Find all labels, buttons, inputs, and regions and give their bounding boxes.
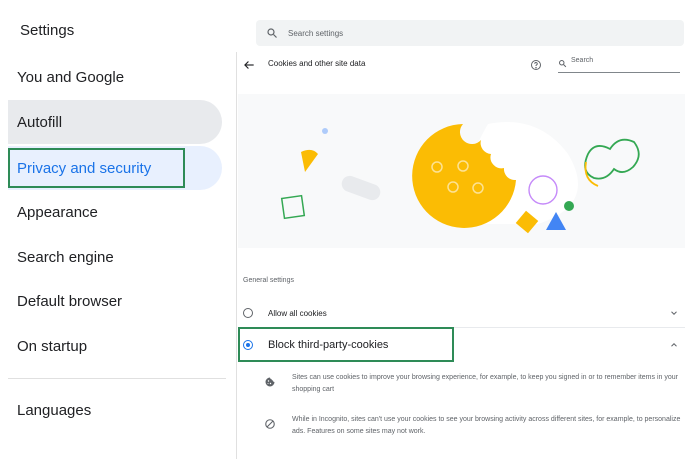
sidebar-item-label: On startup — [17, 337, 88, 355]
app-title: Settings — [20, 22, 75, 39]
sidebar-item-on-startup[interactable]: On startup — [8, 324, 222, 368]
detail-item: While in Incognito, sites can't use your… — [264, 414, 684, 438]
detail-text: While in Incognito, sites can't use your… — [292, 416, 681, 435]
sidebar-item-default-browser[interactable]: Default browser — [8, 279, 222, 323]
search-placeholder: Search settings — [288, 28, 344, 38]
search-icon — [559, 60, 567, 68]
block-icon — [265, 419, 275, 429]
sidebar-item-autofill[interactable]: Autofill — [8, 100, 222, 144]
sidebar-item-privacy-and-security[interactable]: Privacy and security — [8, 146, 222, 190]
sidebar-item-label: Autofill — [17, 113, 63, 131]
sidebar-item-you-and-google[interactable]: You and Google — [8, 55, 222, 99]
detail-item: Sites can use cookies to improve your br… — [264, 372, 684, 396]
radio-block-third-party-cookies[interactable] — [243, 340, 253, 350]
sidebar-divider — [8, 378, 226, 379]
cookies-illustration — [238, 94, 685, 248]
settings-search-input[interactable]: Search settings — [256, 20, 684, 46]
option-label: Allow all cookies — [268, 308, 327, 318]
sidebar-item-label: Search engine — [17, 248, 114, 266]
row-divider — [238, 327, 685, 328]
sidebar-item-label: Privacy and security — [17, 159, 152, 177]
arrow-back-icon[interactable] — [242, 58, 256, 72]
sidebar-item-label: You and Google — [17, 68, 125, 86]
panel-divider — [236, 52, 237, 459]
option-allow-all-cookies[interactable]: Allow all cookies — [238, 301, 685, 325]
option-label: Block third-party-cookies — [268, 339, 389, 351]
cookie-icon — [265, 377, 275, 387]
sidebar-item-label: Default browser — [17, 292, 123, 310]
detail-text: Sites can use cookies to improve your br… — [292, 374, 678, 393]
chevron-up-icon[interactable] — [669, 340, 679, 350]
sidebar-item-languages[interactable]: Languages — [8, 388, 222, 432]
chevron-down-icon[interactable] — [669, 308, 679, 318]
radio-allow-all-cookies[interactable] — [243, 308, 253, 318]
search-icon — [267, 28, 277, 38]
sidebar-item-label: Languages — [17, 401, 92, 419]
sidebar-item-appearance[interactable]: Appearance — [8, 190, 222, 234]
page-title: Cookies and other site data — [268, 59, 366, 68]
search-placeholder: Search — [571, 57, 594, 64]
option-block-third-party-cookies[interactable]: Block third-party-cookies — [238, 333, 685, 357]
section-label-general-settings: General settings — [243, 277, 294, 284]
cookie-search-input[interactable]: Search — [558, 57, 680, 73]
sidebar-item-search-engine[interactable]: Search engine — [8, 235, 222, 279]
help-circle-icon[interactable] — [530, 59, 542, 71]
sidebar-item-label: Appearance — [17, 203, 98, 221]
